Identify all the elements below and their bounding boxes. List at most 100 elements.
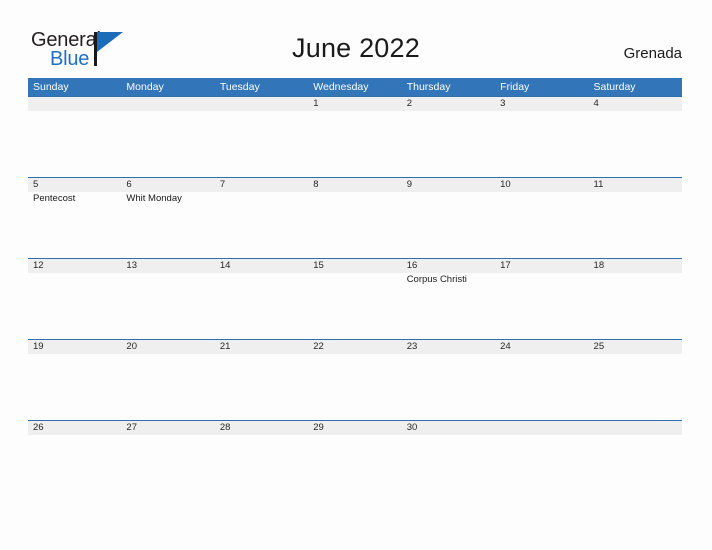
day-cell-14[interactable] [215,273,308,339]
day-number-empty [121,97,214,111]
day-cell-2[interactable] [402,111,495,177]
calendar-week-row: 5 6 7 8 9 10 11 Pentecost Whit Monday [28,177,682,258]
weekday-header-tuesday: Tuesday [219,81,260,93]
day-cell-empty [121,111,214,177]
day-cell-10[interactable] [495,192,588,258]
calendar-weeks: 1 2 3 4 5 6 7 8 9 10 11 Pentecost Whit Monday 12 13 14 1… [28,96,682,501]
day-cell-20[interactable] [121,354,214,420]
day-cell-5[interactable]: Pentecost [28,192,121,258]
day-number-7[interactable]: 7 [215,178,308,192]
calendar-grid: Sunday Monday Tuesday Wednesday Thursday Frid… [28,78,682,501]
day-cell-1[interactable] [308,111,401,177]
weekday-header-sunday: Sunday [33,81,69,93]
day-cell-18[interactable] [589,273,682,339]
calendar-page: General Blue June 2022 Grenada Sunday Mon… [0,0,712,550]
day-cell-11[interactable] [589,192,682,258]
day-number-2[interactable]: 2 [402,97,495,111]
day-number-13[interactable]: 13 [121,259,214,273]
day-number-5[interactable]: 5 [28,178,121,192]
week-event-band: Pentecost Whit Monday [28,192,682,258]
day-cell-4[interactable] [589,111,682,177]
day-number-18[interactable]: 18 [589,259,682,273]
day-cell-12[interactable] [28,273,121,339]
week-date-band: 19 20 21 22 23 24 25 [28,340,682,354]
day-number-27[interactable]: 27 [121,421,214,435]
day-number-8[interactable]: 8 [308,178,401,192]
day-cell-empty [495,435,588,501]
calendar-week-row: 26 27 28 29 30 [28,420,682,501]
day-number-6[interactable]: 6 [121,178,214,192]
day-cell-27[interactable] [121,435,214,501]
day-number-25[interactable]: 25 [589,340,682,354]
calendar-week-row: 19 20 21 22 23 24 25 [28,339,682,420]
week-event-band [28,354,682,420]
day-cell-9[interactable] [402,192,495,258]
week-date-band: 1234 [28,97,682,111]
day-number-empty [495,421,588,435]
day-number-30[interactable]: 30 [402,421,495,435]
day-number-15[interactable]: 15 [308,259,401,273]
week-event-band [28,435,682,501]
day-cell-16[interactable]: Corpus Christi [402,273,495,339]
holiday-event: Whit Monday [126,193,182,204]
day-number-29[interactable]: 29 [308,421,401,435]
day-number-11[interactable]: 11 [589,178,682,192]
day-cell-22[interactable] [308,354,401,420]
week-date-band: 12 13 14 15 16 17 18 [28,259,682,273]
day-cell-25[interactable] [589,354,682,420]
day-cell-23[interactable] [402,354,495,420]
weekday-header-monday: Monday [126,81,164,93]
day-number-16[interactable]: 16 [402,259,495,273]
day-cell-13[interactable] [121,273,214,339]
week-event-band: Corpus Christi [28,273,682,339]
day-number-empty [28,97,121,111]
week-date-band: 5 6 7 8 9 10 11 [28,178,682,192]
day-number-26[interactable]: 26 [28,421,121,435]
day-number-22[interactable]: 22 [308,340,401,354]
holiday-event: Pentecost [33,193,76,204]
day-number-17[interactable]: 17 [495,259,588,273]
calendar-week-row: 12 13 14 15 16 17 18 Corpus Christi [28,258,682,339]
day-cell-29[interactable] [308,435,401,501]
weekday-header-saturday: Saturday [593,81,636,93]
day-cell-15[interactable] [308,273,401,339]
day-number-empty [589,421,682,435]
day-number-9[interactable]: 9 [402,178,495,192]
day-cell-empty [589,435,682,501]
day-number-4[interactable]: 4 [589,97,682,111]
day-cell-17[interactable] [495,273,588,339]
calendar-week-row: 1234 [28,96,682,177]
day-cell-7[interactable] [215,192,308,258]
day-number-3[interactable]: 3 [495,97,588,111]
page-header: General Blue June 2022 Grenada [0,0,712,76]
day-number-21[interactable]: 21 [215,340,308,354]
weekday-header-friday: Friday [500,81,530,93]
page-title: June 2022 [292,33,420,63]
day-cell-24[interactable] [495,354,588,420]
day-cell-6[interactable]: Whit Monday [121,192,214,258]
day-cell-26[interactable] [28,435,121,501]
holiday-event: Corpus Christi [406,274,467,285]
day-cell-21[interactable] [215,354,308,420]
day-number-28[interactable]: 28 [215,421,308,435]
weekday-header-row: Sunday Monday Tuesday Wednesday Thursday Frid… [28,78,682,96]
day-cell-28[interactable] [215,435,308,501]
weekday-header-wednesday: Wednesday [313,81,369,93]
weekday-header-thursday: Thursday [406,81,451,93]
day-number-1[interactable]: 1 [308,97,401,111]
day-cell-3[interactable] [495,111,588,177]
day-cell-30[interactable] [402,435,495,501]
day-cell-empty [215,111,308,177]
week-date-band: 26 27 28 29 30 [28,421,682,435]
day-cell-8[interactable] [308,192,401,258]
day-number-19[interactable]: 19 [28,340,121,354]
day-cell-19[interactable] [28,354,121,420]
day-number-23[interactable]: 23 [402,340,495,354]
day-number-14[interactable]: 14 [215,259,308,273]
day-number-12[interactable]: 12 [28,259,121,273]
day-number-empty [215,97,308,111]
day-number-24[interactable]: 24 [495,340,588,354]
week-event-band [28,111,682,177]
day-number-20[interactable]: 20 [121,340,214,354]
day-number-10[interactable]: 10 [495,178,588,192]
